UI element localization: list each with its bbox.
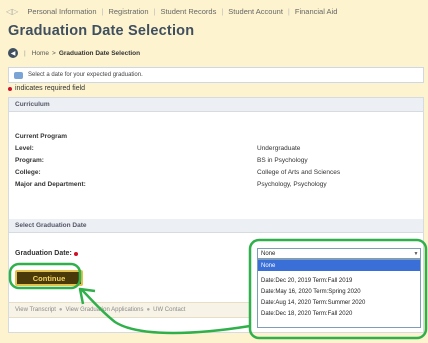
view-transcript-link[interactable]: View Transcript: [15, 307, 56, 313]
breadcrumb-home[interactable]: Home: [32, 50, 49, 57]
program-label: Program:: [15, 157, 44, 164]
curriculum-row: Major and Department: Psychology, Psycho…: [15, 179, 419, 190]
major-label: Major and Department:: [15, 181, 86, 188]
graduation-date-label: Graduation Date:: [15, 250, 78, 257]
uw-contact-link[interactable]: UW Contact: [153, 307, 185, 313]
college-label: College:: [15, 169, 41, 176]
breadcrumb: ◀ | Home > Graduation Date Selection: [8, 47, 140, 59]
breadcrumb-separator: >: [52, 49, 56, 57]
dropdown-option[interactable]: Date:Dec 20, 2019 Term:Fall 2019: [258, 275, 420, 286]
nav-personal-information[interactable]: Personal Information: [22, 7, 101, 16]
college-value: College of Arts and Sciences: [257, 169, 341, 176]
view-graduation-applications-link[interactable]: View Graduation Applications: [66, 307, 144, 313]
level-label: Level:: [15, 145, 34, 152]
required-asterisk-icon: [73, 251, 78, 256]
current-program-label: Current Program: [15, 133, 68, 140]
select-graduation-header: Select Graduation Date: [9, 219, 423, 233]
level-value: Undergraduate: [257, 145, 301, 152]
current-program-row: Current Program: [15, 131, 419, 142]
top-nav: ◁▷ Personal Information | Registration |…: [0, 0, 428, 22]
curriculum-header: Curriculum: [9, 98, 423, 112]
dropdown-option[interactable]: Date:Aug 14, 2020 Term:Summer 2020: [258, 297, 420, 308]
graduation-date-selected-value: None: [261, 250, 276, 257]
major-value: Psychology, Psychology: [257, 181, 327, 188]
back-circle-icon[interactable]: ◀: [8, 48, 18, 58]
breadcrumb-current: Graduation Date Selection: [58, 49, 141, 57]
dropdown-option[interactable]: Date:May 16, 2020 Term:Spring 2020: [258, 286, 420, 297]
form-panel: Curriculum Current Program Level: Underg…: [8, 97, 424, 333]
nav-financial-aid[interactable]: Financial Aid: [290, 7, 343, 16]
dropdown-option[interactable]: Date:Dec 18, 2020 Term:Fall 2020: [258, 308, 420, 319]
dropdown-option-none[interactable]: None: [258, 260, 420, 271]
footer-links: View Transcript ● View Graduation Applic…: [9, 302, 249, 318]
continue-button[interactable]: Continue: [15, 270, 83, 286]
nav-student-account[interactable]: Student Account: [223, 7, 288, 16]
back-arrow-icon[interactable]: ◁▷: [6, 7, 18, 16]
graduation-date-select[interactable]: None ▼: [257, 248, 421, 259]
graduation-date-dropdown-list: None Date:Dec 20, 2019 Term:Fall 2019 Da…: [257, 259, 421, 328]
page-title: Graduation Date Selection: [8, 23, 195, 39]
program-value: BS in Psychology: [257, 157, 308, 164]
info-message: Select a date for your expected graduati…: [8, 67, 424, 83]
info-text: Select a date for your expected graduati…: [28, 72, 143, 78]
nav-student-records[interactable]: Student Records: [155, 7, 221, 16]
curriculum-row: Level: Undergraduate: [15, 143, 419, 154]
chevron-down-icon[interactable]: ▼: [412, 249, 420, 258]
required-note: indicates required field: [8, 85, 85, 92]
nav-registration[interactable]: Registration: [103, 7, 153, 16]
curriculum-row: College: College of Arts and Sciences: [15, 167, 419, 178]
info-speech-icon: [14, 71, 23, 79]
curriculum-row: Program: BS in Psychology: [15, 155, 419, 166]
required-asterisk-icon: [8, 86, 12, 91]
